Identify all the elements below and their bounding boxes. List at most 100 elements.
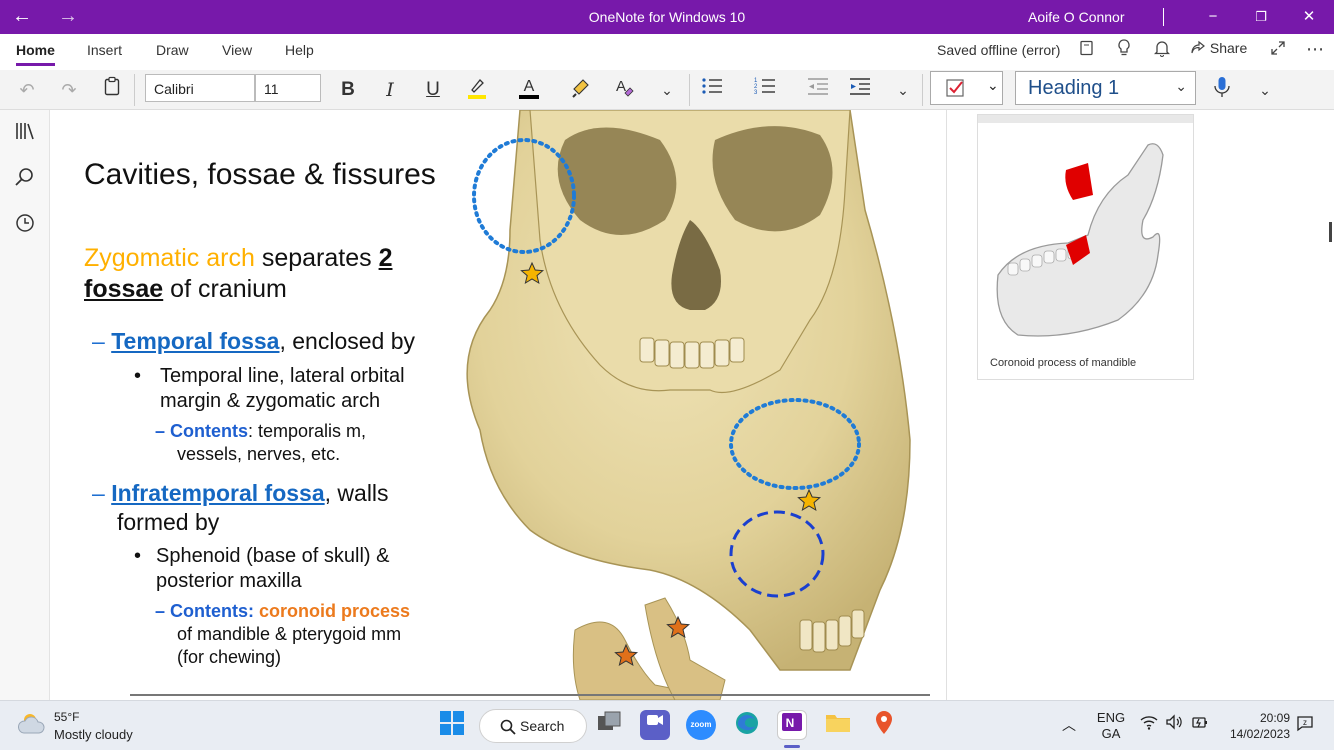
bold-button[interactable]: B [333,76,363,104]
chevron-down-icon[interactable]: ⌄ [652,76,682,104]
expand-icon[interactable] [1264,39,1292,65]
numbered-list-icon[interactable]: 123 [750,76,780,104]
svg-text:z: z [1303,718,1307,727]
scrollbar-thumb[interactable] [1329,222,1332,242]
page-right-area[interactable]: Coronoid process of mandible [946,110,1334,700]
bullet-list-icon[interactable] [697,76,727,104]
infratemporal-rest2[interactable]: formed by [117,509,219,536]
svg-text:N: N [786,716,795,730]
note-page[interactable]: Cavities, fossae & fissures Zygomatic ar… [50,110,946,700]
chevron-down-icon[interactable]: ⌄ [1250,76,1280,104]
page-title[interactable]: Cavities, fossae & fissures [84,158,436,192]
volume-icon[interactable] [1165,714,1183,733]
toolbar-divider [134,74,135,106]
temporal-walls-text[interactable]: Temporal line, lateral orbital margin & … [160,364,405,414]
notifications-icon[interactable]: z [1296,714,1314,735]
tab-draw[interactable]: Draw [156,42,189,58]
infratemporal-contents[interactable]: – Contents: coronoid process of mandible… [155,600,410,669]
temporal-fossa-item[interactable]: – Temporal fossa, enclosed by [92,328,415,355]
todo-tag-dropdown[interactable]: ⌄ [930,71,1003,105]
dash-marker: – [92,480,105,506]
close-button[interactable]: ✕ [1286,0,1332,34]
share-label: Share [1209,40,1248,56]
zoom-app-icon[interactable]: zoom [686,710,716,740]
search-icon[interactable] [12,166,38,192]
decrease-indent-icon[interactable] [803,76,833,104]
clipboard-icon[interactable] [97,76,127,104]
dash-marker: – [92,328,105,354]
font-name-field[interactable]: Calibri [145,74,255,102]
tab-view[interactable]: View [222,42,252,58]
share-icon [1191,40,1205,54]
contents-label: Contents [170,601,249,621]
lightbulb-icon[interactable] [1110,39,1138,65]
temporal-line2: margin & zygomatic arch [160,390,381,412]
clear-formatting-icon[interactable]: A [609,76,639,104]
font-color-icon[interactable]: A [514,76,544,104]
contents-rest: : temporalis m, [248,421,367,441]
input-language[interactable]: ENG GA [1094,710,1128,742]
title-bar: ← → OneNote for Windows 10 Aoife O Conno… [0,0,1334,34]
teams-chat-icon[interactable] [640,710,670,740]
intro-text[interactable]: Zygomatic arch separates 2 fossae of cra… [84,243,444,305]
clock-time: 20:09 [1259,711,1290,725]
edge-browser-icon[interactable] [732,710,762,740]
infratemporal-fossa-link[interactable]: Infratemporal fossa [111,480,324,506]
increase-indent-icon[interactable] [845,76,875,104]
toolbar-divider [689,74,690,106]
sync-status[interactable]: Saved offline (error) [937,42,1060,58]
infratemporal-walls-text[interactable]: Sphenoid (base of skull) & posterior max… [156,544,389,594]
infratemporal-fossa-item[interactable]: – Infratemporal fossa, walls [92,480,389,507]
windows-taskbar: 55°F Mostly cloudy Search zoom N ︿ ENG G… [0,700,1334,750]
maps-pin-icon[interactable] [869,710,899,740]
dictate-microphone-icon[interactable] [1207,76,1237,104]
system-clock[interactable]: 20:09 14/02/2023 [1222,710,1290,742]
wifi-icon[interactable] [1140,714,1158,733]
underline-button[interactable]: U [418,76,448,104]
restore-button[interactable]: ❐ [1238,0,1284,34]
temporal-line1: Temporal line, lateral orbital [160,365,405,387]
weather-widget[interactable]: 55°F Mostly cloudy [18,709,133,742]
contents-label: Contents [170,421,249,441]
highlight-icon[interactable] [462,76,492,104]
notebook-view-icon[interactable] [1073,39,1101,65]
skull-image[interactable] [450,110,946,700]
share-button[interactable]: Share [1190,40,1247,56]
bullet-item[interactable]: • [134,544,141,569]
battery-charging-icon[interactable] [1191,714,1209,733]
bell-icon[interactable] [1148,39,1176,65]
tab-home[interactable]: Home [16,42,55,66]
paragraph-style-dropdown[interactable]: Heading 1 ⌄ [1015,71,1196,105]
ribbon-toolbar: ↶ ↷ Calibri 11 B I U A A ⌄ 123 ⌄ ⌄ Headi… [0,70,1334,110]
tab-insert[interactable]: Insert [87,42,122,58]
temporal-fossa-link[interactable]: Temporal fossa [111,328,279,354]
notebooks-icon[interactable] [12,120,38,146]
active-app-indicator [784,745,800,748]
font-size-field[interactable]: 11 [255,74,321,102]
user-name[interactable]: Aoife O Connor [1028,9,1125,25]
temporal-contents[interactable]: – Contents: temporalis m, vessels, nerve… [155,420,366,466]
italic-button[interactable]: I [375,76,405,104]
chevron-down-icon[interactable]: ⌄ [888,76,918,104]
mandible-image[interactable] [978,125,1193,357]
bullet-item[interactable]: • [134,364,141,389]
weather-temperature: 55°F [54,710,80,724]
file-explorer-icon[interactable] [823,710,853,740]
image-drag-handle[interactable] [978,115,1193,123]
task-view-icon[interactable] [594,710,624,740]
recent-notes-icon[interactable] [12,212,38,238]
search-label: Search [520,718,565,734]
more-options-icon[interactable]: ⋯ [1301,39,1329,65]
taskbar-search[interactable]: Search [479,709,587,743]
show-hidden-icons-chevron-up-icon[interactable]: ︿ [1062,715,1076,735]
format-painter-icon[interactable] [567,76,597,104]
undo-icon[interactable]: ↶ [12,76,42,104]
redo-icon[interactable]: ↷ [54,76,84,104]
window-title: OneNote for Windows 10 [588,9,746,25]
mandible-image-card[interactable]: Coronoid process of mandible [977,114,1194,380]
minimize-button[interactable]: − [1190,0,1236,34]
tab-help[interactable]: Help [285,42,314,58]
start-windows-icon[interactable] [437,710,467,740]
zygomatic-arch-term: Zygomatic arch [84,244,255,272]
onenote-app-icon[interactable]: N [777,710,807,740]
